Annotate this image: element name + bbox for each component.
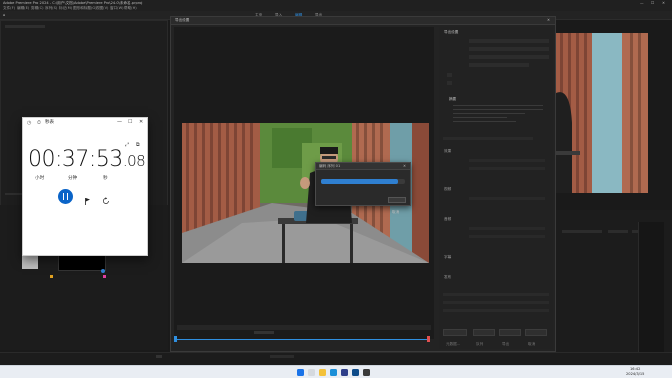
cancel-export-button[interactable]: 取消 bbox=[525, 329, 547, 346]
status-strip bbox=[0, 352, 672, 365]
meter-label bbox=[562, 230, 602, 233]
section-effects: 效果 bbox=[444, 149, 452, 153]
section-audio: 音频 bbox=[444, 217, 452, 221]
section-export-settings: 导出设置 bbox=[444, 30, 459, 34]
encoding-progress-dialog: 编码 序列 01 ✕ 取消 bbox=[315, 162, 411, 214]
flag-icon bbox=[85, 198, 90, 205]
timeline-bar[interactable] bbox=[174, 336, 430, 342]
file-explorer-icon[interactable] bbox=[319, 369, 326, 376]
label-color-chip bbox=[103, 275, 106, 278]
unit-hours: 小时 bbox=[35, 176, 45, 181]
timeline-range bbox=[174, 339, 430, 340]
lap-button[interactable] bbox=[82, 191, 92, 205]
settings-tabs[interactable] bbox=[443, 137, 533, 140]
metadata-button[interactable]: 元数据... bbox=[443, 329, 467, 346]
output-name-field[interactable] bbox=[469, 63, 529, 67]
maximize-icon[interactable]: ☐ bbox=[651, 1, 654, 6]
export-video-checkbox[interactable] bbox=[447, 73, 452, 77]
unit-minutes: 分钟 bbox=[68, 176, 78, 181]
encoding-progress-bar bbox=[321, 179, 405, 184]
unit-seconds: 秒 bbox=[103, 176, 108, 181]
in-point-handle[interactable] bbox=[174, 336, 177, 342]
taskbar-date: 2024/3/15 bbox=[626, 372, 645, 376]
stopwatch-display: 00:37:53.08 bbox=[28, 147, 146, 172]
volume-meter bbox=[638, 222, 664, 360]
preview-controls[interactable] bbox=[254, 331, 274, 334]
progress-close-icon[interactable]: ✕ bbox=[403, 164, 406, 169]
export-audio-checkbox[interactable] bbox=[447, 81, 452, 85]
dialog-header: 导出设置 ✕ bbox=[171, 17, 555, 25]
section-captions: 字幕 bbox=[444, 255, 452, 259]
close-icon[interactable]: ✕ bbox=[662, 1, 665, 6]
preview-scrubber[interactable] bbox=[177, 325, 431, 330]
section-publish: 发布 bbox=[444, 275, 452, 279]
preset-dropdown[interactable] bbox=[469, 55, 549, 59]
window-maximize-icon[interactable]: ☐ bbox=[128, 119, 132, 125]
setting-row[interactable] bbox=[469, 235, 545, 238]
render-options[interactable] bbox=[443, 301, 549, 304]
reset-icon bbox=[102, 197, 109, 204]
status-tool[interactable] bbox=[156, 355, 162, 358]
panel-tab[interactable] bbox=[5, 25, 45, 28]
setting-row[interactable] bbox=[469, 167, 545, 170]
setting-row[interactable] bbox=[469, 227, 545, 230]
queue-button[interactable]: 队列 bbox=[473, 329, 495, 346]
dialog-close-icon[interactable]: ✕ bbox=[547, 18, 550, 23]
media-thumbnail[interactable] bbox=[58, 255, 106, 271]
export-settings-column: 导出设置 摘要 效果 视频 音频 字幕 发布 元数据... 队列 导出 取消 bbox=[439, 27, 553, 349]
clock-taskbar-icon[interactable] bbox=[363, 369, 370, 376]
program-frame-image bbox=[556, 33, 648, 193]
progress-dialog-header: 编码 序列 01 ✕ bbox=[316, 163, 410, 170]
meter-label bbox=[608, 230, 628, 233]
preset-dropdown[interactable] bbox=[469, 47, 549, 51]
window-minimize-icon[interactable]: — bbox=[117, 119, 122, 125]
label-color-chip bbox=[50, 275, 53, 278]
stopwatch-main-time: 00:37:53 bbox=[28, 147, 123, 172]
stopwatch-window: ◷ ⏱ 秒表 — ☐ ✕ ⤢ ⧉ 00:37:53.08 小时 分钟 秒 bbox=[22, 117, 148, 256]
setting-row[interactable] bbox=[469, 197, 545, 200]
summary-text bbox=[453, 103, 543, 127]
export-button[interactable]: 导出 bbox=[499, 329, 521, 346]
home-icon[interactable]: ⌂ bbox=[3, 13, 5, 18]
setting-row[interactable] bbox=[469, 159, 545, 162]
summary-label: 摘要 bbox=[449, 97, 457, 101]
minimize-icon[interactable]: — bbox=[640, 1, 644, 6]
program-monitor-video bbox=[556, 33, 648, 193]
app-icon[interactable] bbox=[352, 369, 359, 376]
render-options[interactable] bbox=[443, 293, 549, 296]
pause-icon bbox=[63, 193, 68, 200]
label-color-chip bbox=[101, 269, 105, 273]
render-options[interactable] bbox=[443, 309, 549, 312]
dialog-title: 导出设置 bbox=[175, 18, 190, 22]
out-point-handle[interactable] bbox=[427, 336, 430, 342]
edge-icon[interactable] bbox=[330, 369, 337, 376]
section-video: 视频 bbox=[444, 187, 452, 191]
format-dropdown[interactable] bbox=[469, 39, 549, 43]
window-title: Adobe Premiere Pro 2024 - C:\用户\文档\Adobe… bbox=[3, 0, 143, 5]
reset-button[interactable] bbox=[101, 191, 111, 204]
taskbar: 16:42 2024/3/15 bbox=[0, 365, 672, 378]
start-icon[interactable] bbox=[297, 369, 304, 376]
pause-button[interactable] bbox=[58, 189, 73, 204]
audio-meters-panel bbox=[556, 210, 672, 360]
stopwatch-icon: ⏱ bbox=[37, 120, 41, 126]
stopwatch-milliseconds: .08 bbox=[122, 152, 146, 170]
encoding-progress-fill bbox=[321, 179, 399, 184]
media-thumbnail[interactable] bbox=[22, 255, 38, 269]
clock-app-icon: ◷ bbox=[27, 120, 32, 126]
premiere-icon[interactable] bbox=[341, 369, 348, 376]
cancel-encoding-button[interactable]: 取消 bbox=[388, 197, 406, 214]
progress-dialog-title: 编码 序列 01 bbox=[319, 164, 341, 168]
status-tool[interactable] bbox=[270, 355, 294, 358]
search-icon[interactable] bbox=[308, 369, 315, 376]
window-close-icon[interactable]: ✕ bbox=[139, 119, 143, 125]
clock-app-title: 秒表 bbox=[45, 120, 54, 125]
